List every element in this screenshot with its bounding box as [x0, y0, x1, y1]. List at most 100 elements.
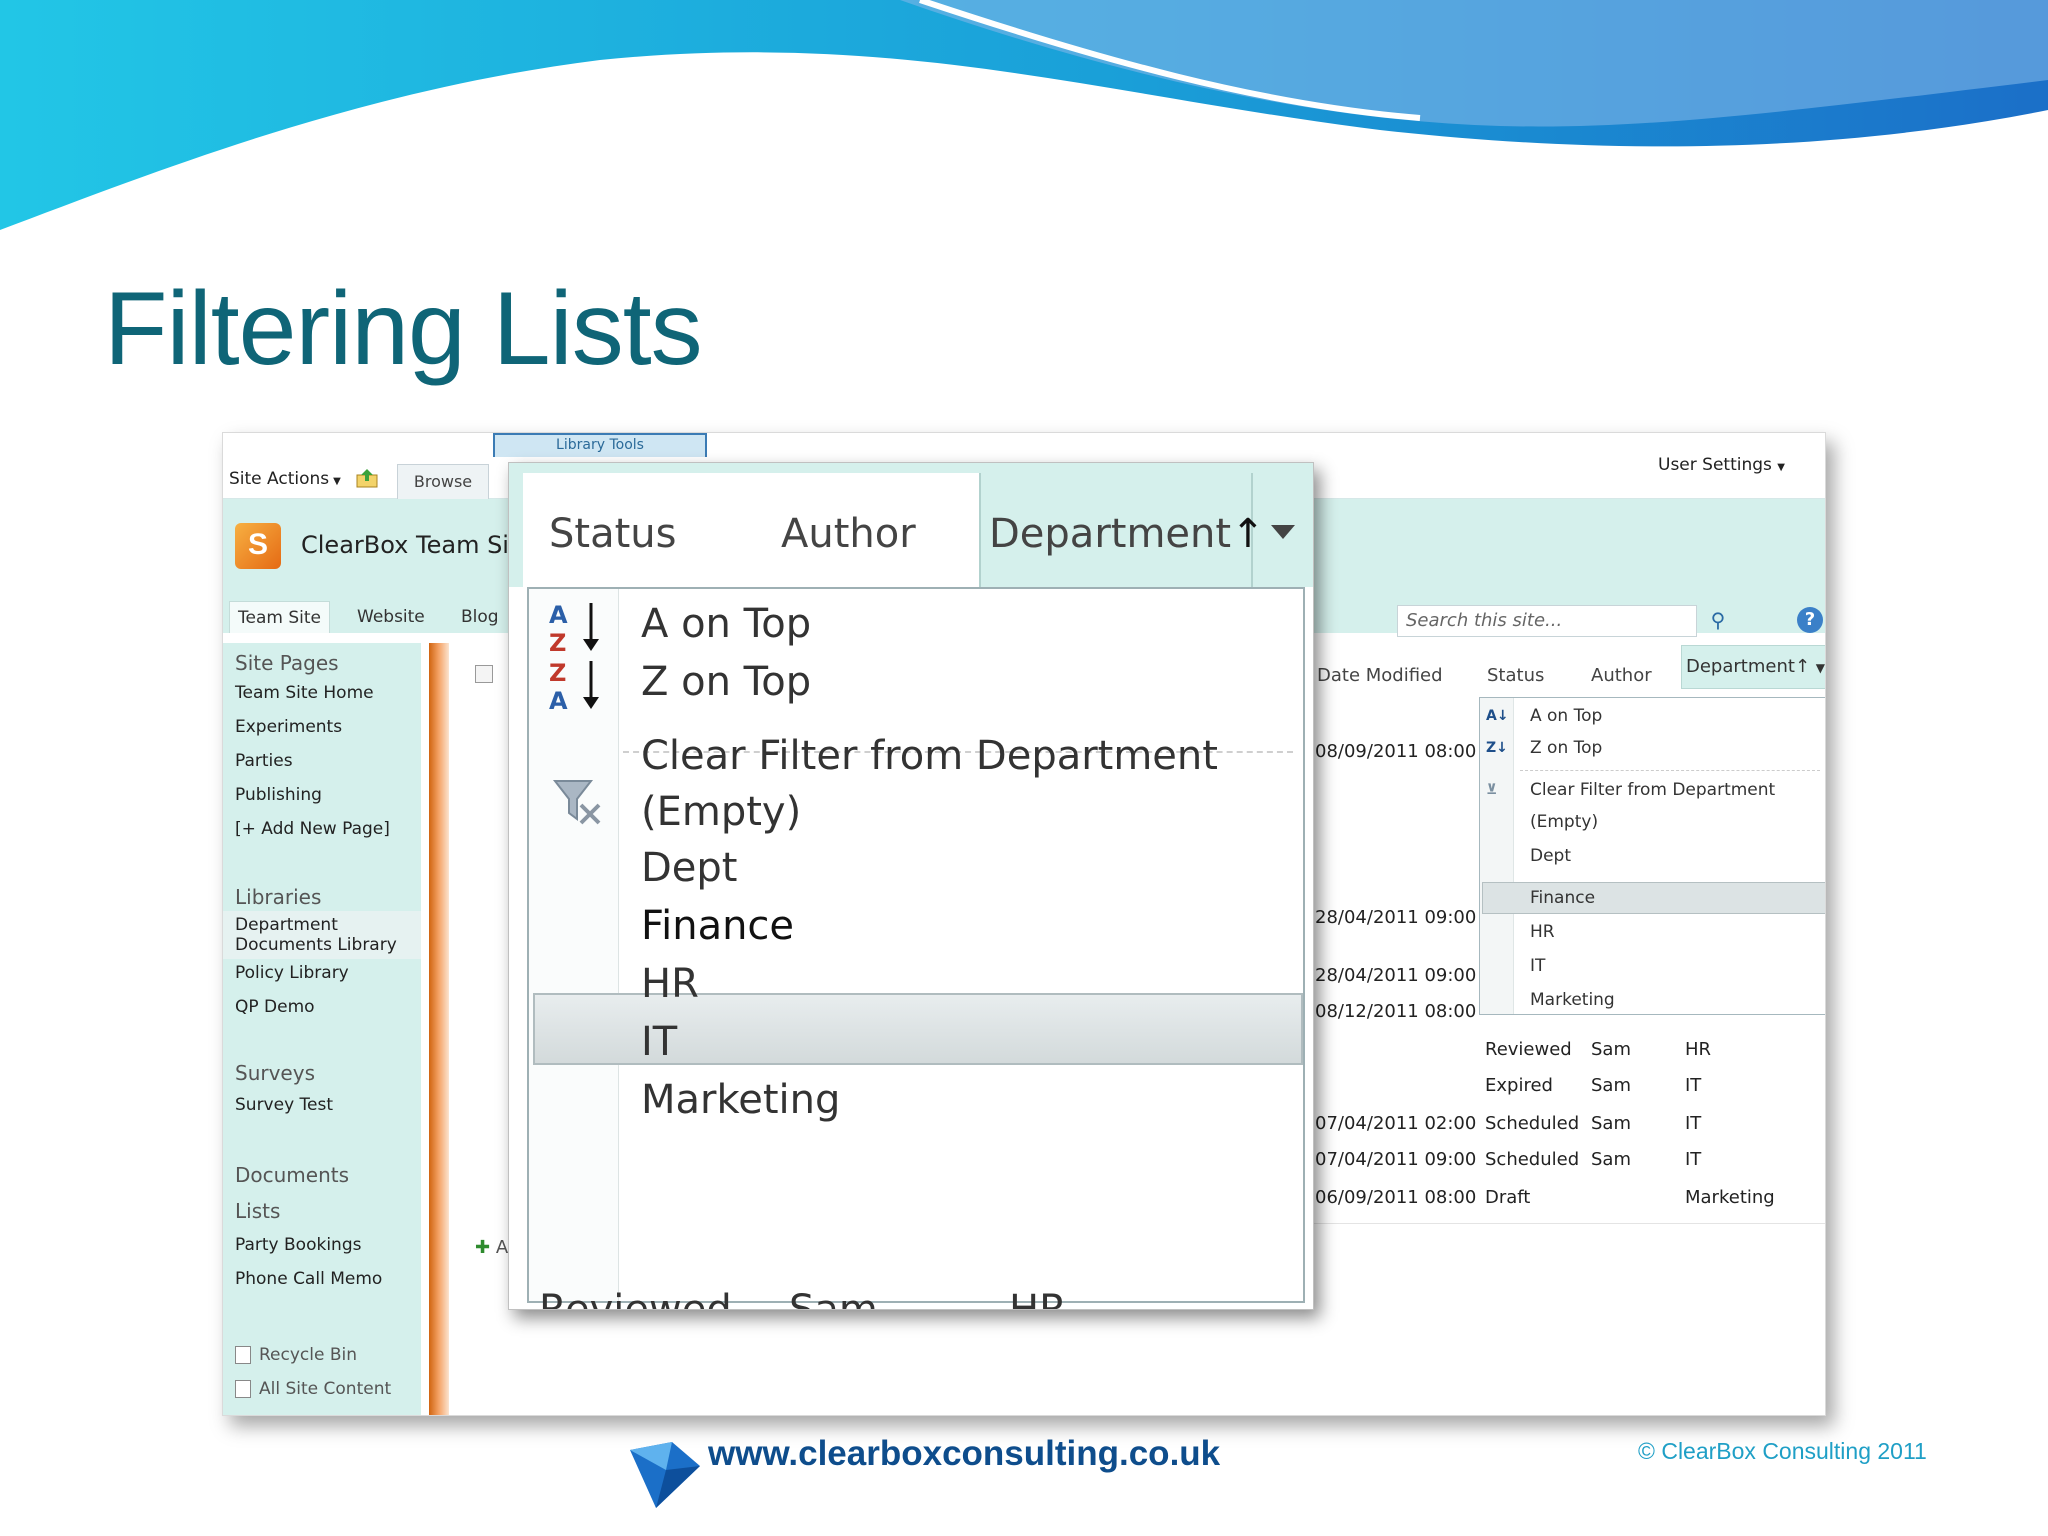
- sort-za-icon: Z↓: [1486, 740, 1508, 756]
- recycle-bin-label: Recycle Bin: [259, 1345, 358, 1365]
- clear-filter-icon: ⊻: [1486, 782, 1498, 798]
- menu-item-z-on-top[interactable]: Z on Top: [1530, 738, 1602, 758]
- chevron-down-icon: ▼: [333, 476, 341, 487]
- menu-separator: [1520, 770, 1820, 771]
- user-settings-label: User Settings: [1658, 455, 1772, 475]
- cell-status: Reviewed: [1485, 1039, 1572, 1060]
- quick-launch: Site Pages Team Site Home Experiments Pa…: [223, 643, 421, 1415]
- tab-browse[interactable]: Browse: [397, 464, 489, 499]
- filter-value-finance[interactable]: Finance: [1530, 888, 1595, 908]
- sort-az-icon: A Z: [549, 601, 599, 655]
- ql-item-qp-demo[interactable]: QP Demo: [235, 997, 315, 1017]
- search-input[interactable]: Search this site...: [1397, 605, 1697, 637]
- ql-item-department-documents-library[interactable]: Department Documents Library: [223, 911, 421, 959]
- zoomed-filter-value-finance[interactable]: Finance: [641, 903, 794, 949]
- filter-value-hr[interactable]: HR: [1530, 922, 1555, 942]
- zoomed-filter-value-it[interactable]: IT: [641, 1019, 677, 1065]
- ql-item-experiments[interactable]: Experiments: [235, 717, 342, 737]
- zoomed-filter-value-dept[interactable]: Dept: [641, 845, 737, 891]
- ql-item-parties[interactable]: Parties: [235, 751, 293, 771]
- cell-department: HR: [1685, 1039, 1712, 1060]
- cell-date: 08/12/2011 08:00: [1315, 1001, 1477, 1022]
- zoomed-department-text: Department: [989, 511, 1232, 557]
- menu-item-clear-filter[interactable]: Clear Filter from Department: [1530, 780, 1775, 800]
- ql-item-recycle-bin[interactable]: Recycle Bin: [235, 1345, 357, 1365]
- cell-date: 07/04/2011 02:00: [1315, 1113, 1477, 1134]
- zoomed-filter-value-empty[interactable]: (Empty): [641, 789, 801, 835]
- search-icon[interactable]: ⚲: [1703, 605, 1733, 637]
- ql-heading-documents[interactable]: Documents: [235, 1163, 349, 1187]
- ql-item-policy-library[interactable]: Policy Library: [235, 963, 349, 983]
- svg-text:A: A: [549, 601, 568, 629]
- zoomed-department-label: Department↑: [989, 511, 1265, 557]
- zoomed-menu-item-clear-filter[interactable]: Clear Filter from Department: [641, 733, 1218, 779]
- nav-tab-website[interactable]: Website: [349, 601, 433, 633]
- zoomed-column-status[interactable]: Status: [549, 511, 676, 557]
- column-header-author[interactable]: Author: [1591, 665, 1652, 686]
- navigate-up-icon[interactable]: [355, 467, 381, 489]
- filter-value-dept[interactable]: Dept: [1530, 846, 1571, 866]
- sort-za-icon: Z A: [549, 659, 599, 713]
- slide-title: Filtering Lists: [104, 271, 703, 387]
- svg-text:Z: Z: [549, 659, 566, 687]
- site-title[interactable]: ClearBox Team Site: [301, 531, 511, 559]
- cell-status: Scheduled: [1485, 1149, 1580, 1170]
- ql-item-all-site-content[interactable]: All Site Content: [235, 1379, 391, 1399]
- add-document-link[interactable]: ✚ A: [475, 1237, 508, 1258]
- site-actions-menu[interactable]: Site Actions ▼: [229, 469, 341, 489]
- user-settings-menu[interactable]: User Settings ▼: [1658, 455, 1785, 475]
- department-filter-dropdown: A↓ A on Top Z↓ Z on Top ⊻ Clear Filter f…: [1479, 697, 1825, 1015]
- ql-item-team-site-home[interactable]: Team Site Home: [235, 683, 374, 703]
- clear-filter-icon: [552, 780, 601, 825]
- select-all-checkbox[interactable]: [475, 665, 493, 683]
- svg-text:A: A: [549, 687, 568, 713]
- column-header-department[interactable]: Department↑ ▼: [1681, 645, 1825, 689]
- nav-tab-team-site[interactable]: Team Site: [229, 601, 330, 633]
- ql-item-survey-test[interactable]: Survey Test: [235, 1095, 333, 1115]
- zoomed-filter-value-hr[interactable]: HR: [641, 961, 699, 1007]
- column-header-status[interactable]: Status: [1487, 665, 1544, 686]
- zoomed-menu-item-a-on-top[interactable]: A on Top: [641, 601, 811, 647]
- ql-item-party-bookings[interactable]: Party Bookings: [235, 1235, 361, 1255]
- add-icon: ✚: [475, 1237, 491, 1258]
- cell-author: Sam: [1591, 1039, 1631, 1060]
- cell-date: 07/04/2011 09:00: [1315, 1149, 1477, 1170]
- cell-date: 28/04/2011 09:00: [1315, 907, 1477, 928]
- filter-value-marketing[interactable]: Marketing: [1530, 990, 1615, 1010]
- cell-status: Expired: [1485, 1075, 1553, 1096]
- ql-item-phone-call-memo[interactable]: Phone Call Memo: [235, 1269, 382, 1289]
- filter-value-it[interactable]: IT: [1530, 956, 1545, 976]
- column-header-date-modified[interactable]: Date Modified: [1317, 665, 1443, 686]
- add-document-label: A: [495, 1237, 509, 1258]
- cell-department: Marketing: [1685, 1187, 1775, 1208]
- ql-item-add-new-page[interactable]: [+ Add New Page]: [235, 819, 390, 839]
- cell-author: Sam: [1591, 1149, 1631, 1170]
- all-site-content-label: All Site Content: [259, 1379, 392, 1399]
- chevron-down-icon[interactable]: ▼: [1816, 661, 1825, 675]
- cell-department: IT: [1685, 1113, 1702, 1134]
- ql-heading-lists[interactable]: Lists: [235, 1199, 280, 1223]
- ql-heading-site-pages[interactable]: Site Pages: [235, 651, 339, 675]
- library-tools-tab[interactable]: Library Tools: [493, 433, 707, 457]
- cell-status: Scheduled: [1485, 1113, 1580, 1134]
- clearbox-gem-logo: [630, 1442, 700, 1508]
- row-divider: [1313, 1223, 1825, 1224]
- cell-status: Draft: [1485, 1187, 1531, 1208]
- zoomed-column-author[interactable]: Author: [781, 511, 916, 557]
- help-icon[interactable]: ?: [1797, 607, 1823, 633]
- ql-heading-libraries[interactable]: Libraries: [235, 885, 321, 909]
- footer-copyright: © ClearBox Consulting 2011: [1638, 1438, 1927, 1464]
- ql-heading-surveys[interactable]: Surveys: [235, 1061, 315, 1085]
- ql-item-publishing[interactable]: Publishing: [235, 785, 322, 805]
- svg-text:Z: Z: [549, 629, 566, 655]
- footer-url[interactable]: www.clearboxconsulting.co.uk: [708, 1434, 1220, 1474]
- all-site-content-icon: [235, 1380, 251, 1398]
- filter-value-empty[interactable]: (Empty): [1530, 812, 1598, 832]
- zoomed-menu-item-z-on-top[interactable]: Z on Top: [641, 659, 811, 705]
- nav-tab-blog[interactable]: Blog: [453, 601, 507, 633]
- cell-date: 06/09/2011 08:00: [1315, 1187, 1477, 1208]
- zoomed-row-status: Reviewed: [539, 1287, 732, 1310]
- menu-item-a-on-top[interactable]: A on Top: [1530, 706, 1602, 726]
- zoomed-filter-value-marketing[interactable]: Marketing: [641, 1077, 840, 1123]
- chevron-down-icon[interactable]: [1271, 525, 1295, 539]
